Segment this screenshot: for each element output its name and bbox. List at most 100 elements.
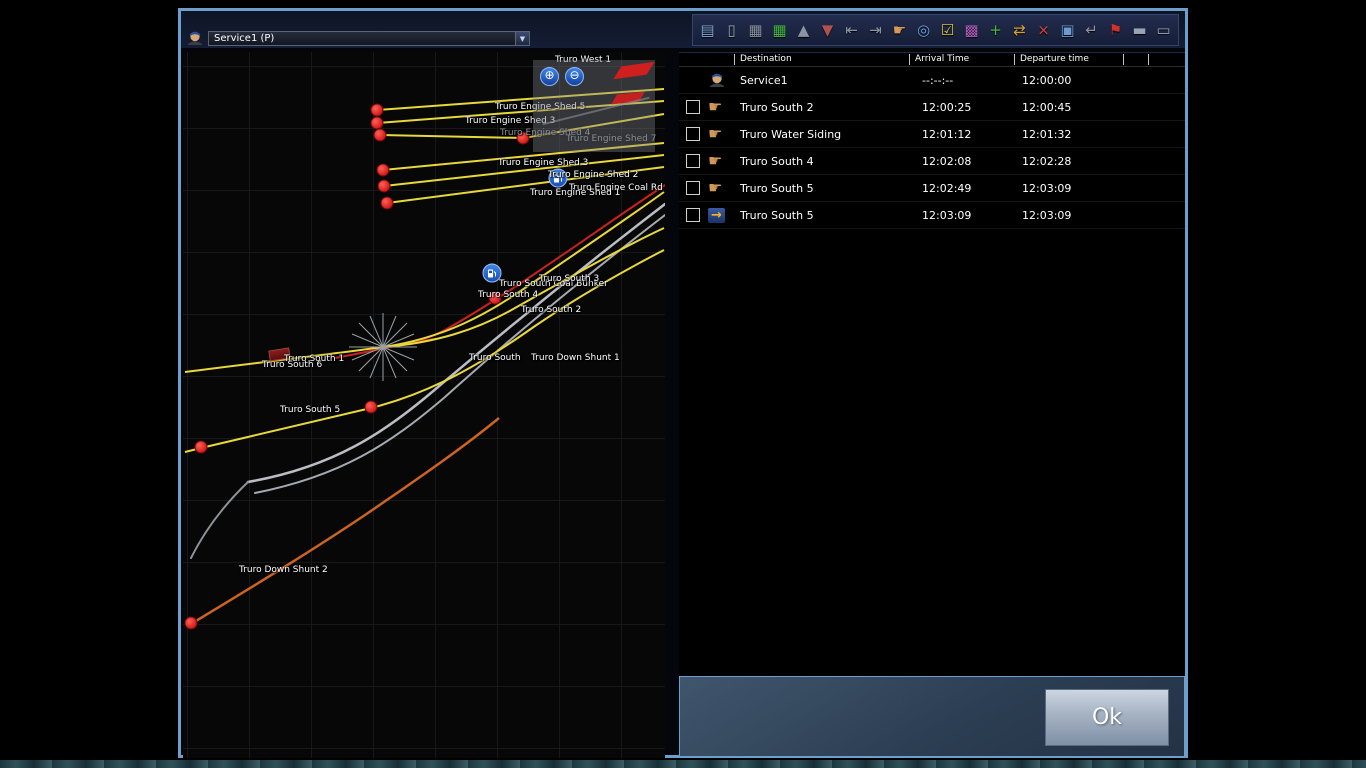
insert-before-icon[interactable]: ⇤ (840, 18, 863, 42)
delete-service-icon[interactable]: × (1032, 18, 1055, 42)
route-map-panel[interactable]: Truro West 1Truro Engine Shed 5Truro Eng… (183, 52, 665, 758)
map-label: Truro South 2 (521, 305, 581, 315)
save-icon[interactable]: ▤ (696, 18, 719, 42)
schedule-row[interactable]: ☛Truro South 412:02:0812:02:28 (679, 148, 1185, 175)
grid-icon[interactable]: ▦ (744, 18, 767, 42)
destination-cell: Service1 (734, 74, 909, 87)
minimap-red-track (613, 62, 654, 80)
service-dropdown[interactable]: Service1 (P) ▼ (208, 31, 530, 46)
map-label: Truro Engine Shed 2 (548, 170, 638, 180)
header-extra-2 (1148, 54, 1185, 65)
minimap-gray-track (542, 97, 649, 126)
hand-pointer-icon: ☛ (708, 153, 722, 169)
destination-cell: Truro South 4 (734, 155, 909, 168)
paste-icon[interactable]: ▯ (720, 18, 743, 42)
driver-icon (708, 70, 726, 90)
destination-cell: Truro South 5 (734, 182, 909, 195)
zoom-in-icon[interactable]: ⊕ (540, 67, 559, 86)
schedule-rows: Service1--:--:--12:00:00☛Truro South 212… (679, 67, 1185, 229)
stop-marker[interactable] (377, 164, 390, 177)
color-grid-icon[interactable]: ▩ (960, 18, 983, 42)
flag-icon[interactable]: ⚑ (1104, 18, 1127, 42)
schedule-row[interactable]: ☛ Truro South 212:00:2512:00:45 (679, 94, 1185, 121)
schedule-panel: Destination Arrival Time Departure time … (679, 52, 1185, 676)
schedule-header: Destination Arrival Time Departure time (679, 53, 1185, 67)
map-label: Truro South 6 (262, 360, 322, 370)
insert-after-icon[interactable]: ⇥ (864, 18, 887, 42)
row-checkbox[interactable] (686, 127, 700, 141)
header-destination: Destination (734, 54, 909, 65)
map-label: Truro Down Shunt 2 (239, 565, 328, 575)
junction-starburst (349, 313, 417, 381)
move-down-icon[interactable]: ▼ (816, 18, 839, 42)
select-hand-icon[interactable]: ☛ (888, 18, 911, 42)
arrival-time-cell: 12:00:25 (909, 101, 1014, 114)
chevron-down-icon[interactable]: ▼ (515, 32, 529, 45)
stop-marker[interactable] (365, 401, 378, 414)
orange-track (191, 418, 499, 624)
find-icon[interactable]: ◎ (912, 18, 935, 42)
grid-add-icon[interactable]: ▦ (768, 18, 791, 42)
track-map-svg (183, 52, 665, 758)
desktop-edge-strip (0, 760, 1366, 768)
hand-pointer-icon: ☛ (708, 180, 722, 196)
departure-time-cell: 12:00:00 (1014, 74, 1123, 87)
zoom-out-icon[interactable]: ⊖ (565, 67, 584, 86)
schedule-row[interactable]: ☛Truro Water Siding12:01:1212:01:32 (679, 121, 1185, 148)
departure-time-cell: 12:03:09 (1014, 209, 1123, 222)
arrival-time-cell: 12:01:12 (909, 128, 1014, 141)
final-stop-arrow-icon: → (708, 208, 725, 223)
import-icon[interactable]: ↵ (1080, 18, 1103, 42)
timetable-editor-window: Service1 (P) ▼ ▤▯▦▦▲▼⇤⇥☛◎☑▩+⇄×▣↵⚑▬▭ (178, 8, 1188, 758)
add-stop-icon[interactable]: + (984, 18, 1007, 42)
arrival-time-cell: --:--:-- (909, 74, 1014, 87)
departure-time-cell: 12:03:09 (1014, 182, 1123, 195)
ok-button[interactable]: Ok (1045, 689, 1169, 746)
map-label: Truro South 4 (478, 290, 538, 300)
stop-marker[interactable] (381, 197, 394, 210)
row-checkbox[interactable] (686, 208, 700, 222)
footer-panel: Ok (679, 676, 1185, 757)
header-departure-time: Departure time (1014, 54, 1123, 65)
map-label: Truro Down Shunt 1 (531, 353, 620, 363)
service-driver-icon (186, 28, 204, 45)
row-checkbox[interactable] (686, 154, 700, 168)
map-label: Truro Engine Shed 1 (530, 188, 620, 198)
window-icon[interactable]: ▭ (1152, 18, 1175, 42)
schedule-row[interactable]: →Truro South 512:03:0912:03:09 (679, 202, 1185, 229)
service-dropdown-value: Service1 (P) (209, 32, 515, 45)
arrival-time-cell: 12:02:08 (909, 155, 1014, 168)
departure-time-cell: 12:00:45 (1014, 101, 1123, 114)
stop-marker[interactable] (374, 129, 387, 142)
stop-marker[interactable] (195, 441, 208, 454)
row-checkbox[interactable] (686, 100, 700, 114)
desktop-background: Service1 (P) ▼ ▤▯▦▦▲▼⇤⇥☛◎☑▩+⇄×▣↵⚑▬▭ (0, 0, 1366, 768)
schedule-row[interactable]: ☛ Truro South 512:02:4912:03:09 (679, 175, 1185, 202)
stop-marker[interactable] (371, 104, 384, 117)
toolbar: ▤▯▦▦▲▼⇤⇥☛◎☑▩+⇄×▣↵⚑▬▭ (692, 14, 1179, 46)
hand-pointer-icon: ☛ (708, 126, 722, 142)
departure-time-cell: 12:01:32 (1014, 128, 1123, 141)
top-bar: Service1 (P) ▼ ▤▯▦▦▲▼⇤⇥☛◎☑▩+⇄×▣↵⚑▬▭ (181, 11, 1185, 48)
move-up-icon[interactable]: ▲ (792, 18, 815, 42)
arrival-time-cell: 12:02:49 (909, 182, 1014, 195)
stop-marker[interactable] (378, 180, 391, 193)
map-label: Truro South 5 (280, 405, 340, 415)
destination-cell: Truro South 2 (734, 101, 909, 114)
arrival-time-cell: 12:03:09 (909, 209, 1014, 222)
hand-pointer-icon: ☛ (708, 99, 722, 115)
map-label: Truro Engine Shed 3 (498, 158, 588, 168)
gray-tracks (191, 204, 665, 558)
copy-schedule-icon[interactable]: ▣ (1056, 18, 1079, 42)
map-label: Truro South 3 (539, 274, 599, 284)
header-extra-1 (1123, 54, 1148, 65)
stop-marker[interactable] (185, 617, 198, 630)
collapse-icon[interactable]: ▬ (1128, 18, 1151, 42)
edit-timetable-icon[interactable]: ☑ (936, 18, 959, 42)
row-checkbox[interactable] (686, 181, 700, 195)
schedule-row[interactable]: Service1--:--:--12:00:00 (679, 67, 1185, 94)
stop-marker[interactable] (371, 117, 384, 130)
header-spacer (679, 54, 734, 65)
reverse-direction-icon[interactable]: ⇄ (1008, 18, 1031, 42)
destination-cell: Truro South 5 (734, 209, 909, 222)
